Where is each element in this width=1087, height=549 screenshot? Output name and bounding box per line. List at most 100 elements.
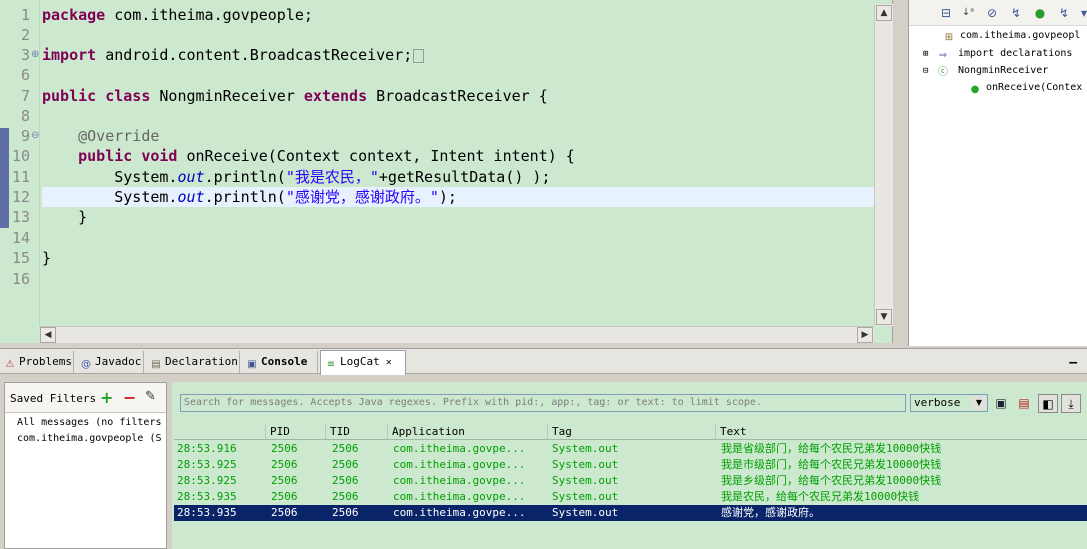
table-row[interactable]: 28:53.925 2506 2506 com.itheima.govpe...… xyxy=(174,457,1087,473)
editor-horizontal-scrollbar[interactable]: ◀ ▶ xyxy=(40,326,874,343)
code-area[interactable]: package com.itheima.govpeople; import an… xyxy=(42,0,874,326)
outline-view[interactable]: ⊟ ↓ᵃ ⊘ ↯ ● ↯ ▾ ⊞ com.itheima.govpeopl ⊞ ⇒ i… xyxy=(908,0,1087,346)
line-number: 10 xyxy=(11,147,30,165)
line-number: 12 xyxy=(11,188,30,206)
tab-javadoc[interactable]: @ Javadoc xyxy=(76,351,144,374)
hide-fields-icon[interactable]: ⊘ xyxy=(985,6,999,20)
saved-filters-header: Saved Filters + − ✎ xyxy=(5,383,166,413)
cell-pid: 2506 xyxy=(271,474,298,487)
scroll-lock-icon[interactable]: ⤓ xyxy=(1061,394,1081,413)
outline-item[interactable]: ⊞ ⇒ import declarations xyxy=(923,46,1072,62)
cell-time: 28:53.916 xyxy=(177,442,237,455)
saved-filters-panel: Saved Filters + − ✎ All messages (no fil… xyxy=(4,382,167,549)
tab-console[interactable]: ▣ Console xyxy=(242,351,318,374)
scroll-right-icon[interactable]: ▶ xyxy=(857,327,873,343)
cell-pid: 2506 xyxy=(271,506,298,519)
code-line-current: System.out.println("感谢党，感谢政府。"); xyxy=(42,187,874,207)
code-line: @Override xyxy=(78,127,160,145)
scroll-up-icon[interactable]: ▲ xyxy=(876,5,892,21)
column-header-time[interactable] xyxy=(174,424,266,440)
code-editor[interactable]: 1 2 3 ⊕ 6 7 8 9 ⊖ 10 11 12 13 14 15 16 p… xyxy=(0,0,893,343)
column-header-tid[interactable]: TID xyxy=(326,424,388,440)
remove-filter-icon[interactable]: − xyxy=(123,388,136,407)
line-number: 16 xyxy=(11,270,30,288)
log-level-value: verbose xyxy=(914,396,961,409)
cell-tag: System.out xyxy=(552,474,619,487)
hide-nonpublic-icon[interactable]: ● xyxy=(1033,6,1047,20)
outline-item[interactable]: ● onReceive(Contex xyxy=(969,80,1083,96)
cell-text: 我是市级部门，给每个农民兄弟发10000快钱 xyxy=(721,458,942,471)
outline-item[interactable]: ⊞ com.itheima.govpeopl xyxy=(943,28,1081,44)
cell-pid: 2506 xyxy=(271,458,298,471)
cell-application: com.itheima.govpe... xyxy=(393,490,526,503)
cell-text: 我是乡级部门，给每个农民兄弟发10000快钱 xyxy=(721,474,942,487)
code-line: } xyxy=(42,208,88,226)
class-icon: ⓒ xyxy=(938,67,948,78)
view-menu-icon[interactable]: ▾ xyxy=(1077,6,1087,20)
javadoc-icon: @ xyxy=(81,359,91,370)
cell-text: 我是省级部门，给每个农民兄弟发10000快钱 xyxy=(721,442,942,455)
logcat-icon: ≡ xyxy=(326,359,336,370)
cell-time: 28:53.925 xyxy=(177,458,237,471)
hide-local-types-icon[interactable]: ↯ xyxy=(1057,6,1071,20)
declaration-icon: ▤ xyxy=(151,359,161,370)
tab-declaration[interactable]: ▤ Declaration xyxy=(146,351,240,374)
tab-logcat[interactable]: ≡ LogCat ✕ xyxy=(320,350,406,375)
tab-problems[interactable]: ⚠ Problems xyxy=(0,351,74,374)
code-line: System.out.println("我是农民，"+getResultData… xyxy=(114,168,551,186)
expand-fold-icon[interactable]: ⊕ xyxy=(31,45,39,65)
package-icon: ⊞ xyxy=(944,32,954,43)
cell-tag: System.out xyxy=(552,506,619,519)
toggle-view-icon[interactable]: ◧ xyxy=(1038,394,1058,413)
cell-application: com.itheima.govpe... xyxy=(393,458,526,471)
add-filter-icon[interactable]: + xyxy=(100,388,113,407)
cell-tag: System.out xyxy=(552,458,619,471)
cell-time: 28:53.925 xyxy=(177,474,237,487)
method-icon: ● xyxy=(970,84,980,95)
scroll-down-icon[interactable]: ▼ xyxy=(876,309,892,325)
hide-static-icon[interactable]: ↯ xyxy=(1009,6,1023,20)
column-header-pid[interactable]: PID xyxy=(266,424,326,440)
line-number: 8 xyxy=(20,107,30,125)
collapse-all-icon[interactable]: ⊟ xyxy=(939,6,953,20)
filter-item-all[interactable]: All messages (no filters xyxy=(17,417,162,428)
column-header-tag[interactable]: Tag xyxy=(548,424,716,440)
close-icon[interactable]: ✕ xyxy=(386,357,392,368)
saved-filters-title: Saved Filters xyxy=(10,392,97,405)
table-row[interactable]: 28:53.925 2506 2506 com.itheima.govpe...… xyxy=(174,473,1087,489)
line-number: 14 xyxy=(11,229,30,247)
clear-log-icon[interactable]: ▤ xyxy=(1014,394,1034,413)
table-row[interactable]: 28:53.916 2506 2506 com.itheima.govpe...… xyxy=(174,441,1087,457)
column-header-text[interactable]: Text xyxy=(716,424,1087,440)
save-icon[interactable]: ▣ xyxy=(991,394,1011,413)
scroll-left-icon[interactable]: ◀ xyxy=(40,327,56,343)
table-row[interactable]: 28:53.935 2506 2506 com.itheima.govpe...… xyxy=(174,489,1087,505)
collapse-fold-icon[interactable]: ⊖ xyxy=(31,126,39,146)
code-line: public class NongminReceiver extends Bro… xyxy=(42,87,548,105)
line-number: 3 xyxy=(20,46,30,64)
line-number-gutter: 1 2 3 ⊕ 6 7 8 9 ⊖ 10 11 12 13 14 15 16 xyxy=(0,0,40,326)
cell-tid: 2506 xyxy=(332,458,359,471)
logcat-panel: Search for messages. Accepts Java regexe… xyxy=(172,382,1087,549)
cell-tid: 2506 xyxy=(332,506,359,519)
bottom-tab-bar: ⚠ Problems @ Javadoc ▤ Declaration ▣ Console… xyxy=(0,348,1087,375)
line-number: 7 xyxy=(20,87,30,105)
problems-icon: ⚠ xyxy=(5,359,15,370)
edit-filter-icon[interactable]: ✎ xyxy=(145,389,156,404)
cell-tag: System.out xyxy=(552,490,619,503)
editor-vertical-scrollbar[interactable]: ▲ ▼ xyxy=(874,4,893,326)
filter-item-app[interactable]: com.itheima.govpeople (S xyxy=(17,433,162,444)
minimize-icon[interactable]: ▁ xyxy=(1069,353,1077,364)
column-header-application[interactable]: Application xyxy=(388,424,548,440)
cell-time: 28:53.935 xyxy=(177,490,237,503)
outline-item[interactable]: ⊟ ⓒ NongminReceiver xyxy=(923,63,1048,79)
table-row-selected[interactable]: 28:53.935 2506 2506 com.itheima.govpe...… xyxy=(174,505,1087,521)
cell-application: com.itheima.govpe... xyxy=(393,506,526,519)
cell-tid: 2506 xyxy=(332,474,359,487)
search-input[interactable]: Search for messages. Accepts Java regexe… xyxy=(180,394,906,412)
sort-icon[interactable]: ↓ᵃ xyxy=(961,6,975,20)
line-number: 15 xyxy=(11,249,30,267)
chevron-down-icon: ▼ xyxy=(972,396,986,410)
line-number: 9 xyxy=(20,127,30,145)
log-level-select[interactable]: verbose ▼ xyxy=(910,394,988,412)
